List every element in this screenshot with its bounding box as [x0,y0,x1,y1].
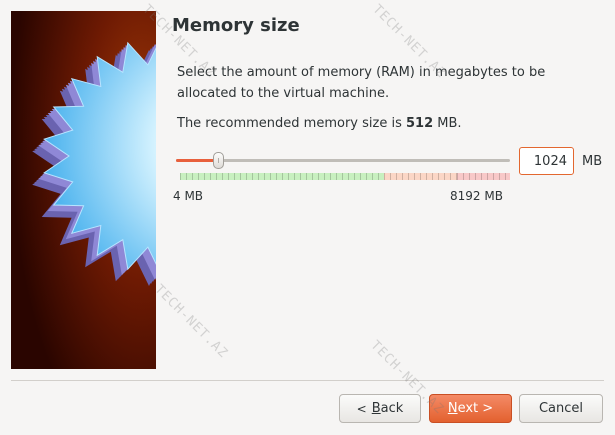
memory-unit-label: MB [582,154,603,169]
scale-warning-range [384,173,458,180]
page-title: Memory size [172,15,300,36]
next-button-label: Next > [448,401,493,416]
recommended-value: 512 [405,116,434,131]
recommended-memory-text: The recommended memory size is 512 MB. [177,116,462,131]
memory-scale [180,173,510,180]
slider-track[interactable] [176,159,510,162]
chevron-left-icon: < [356,401,367,416]
next-mnemonic: N [447,401,458,416]
page-description: Select the amount of memory (RAM) in meg… [177,65,546,101]
range-max-label: 8192 MB [450,189,503,203]
button-separator [11,380,604,381]
next-button[interactable]: Next > [429,394,512,423]
memory-size-input[interactable] [519,147,574,175]
back-button[interactable]: < Back [339,394,421,423]
slider-fill [176,159,218,162]
wizard-side-image [11,11,156,369]
slider-thumb[interactable] [213,152,224,169]
scale-danger-range [457,173,510,180]
starburst-graphic [11,11,156,369]
scale-safe-range [180,173,385,180]
new-vm-wizard: Memory size Select the amount of memory … [0,0,615,435]
back-button-label: Back [372,401,404,416]
back-mnemonic: B [371,401,381,416]
range-min-label: 4 MB [173,189,204,203]
next-label-rest: ext > [457,401,494,416]
watermark: TECH-NET.AZ [151,282,231,362]
recommended-unit: MB. [437,116,462,131]
cancel-button[interactable]: Cancel [519,394,603,423]
recommended-prefix: The recommended memory size is [177,116,402,131]
back-label-rest: ack [380,401,404,416]
